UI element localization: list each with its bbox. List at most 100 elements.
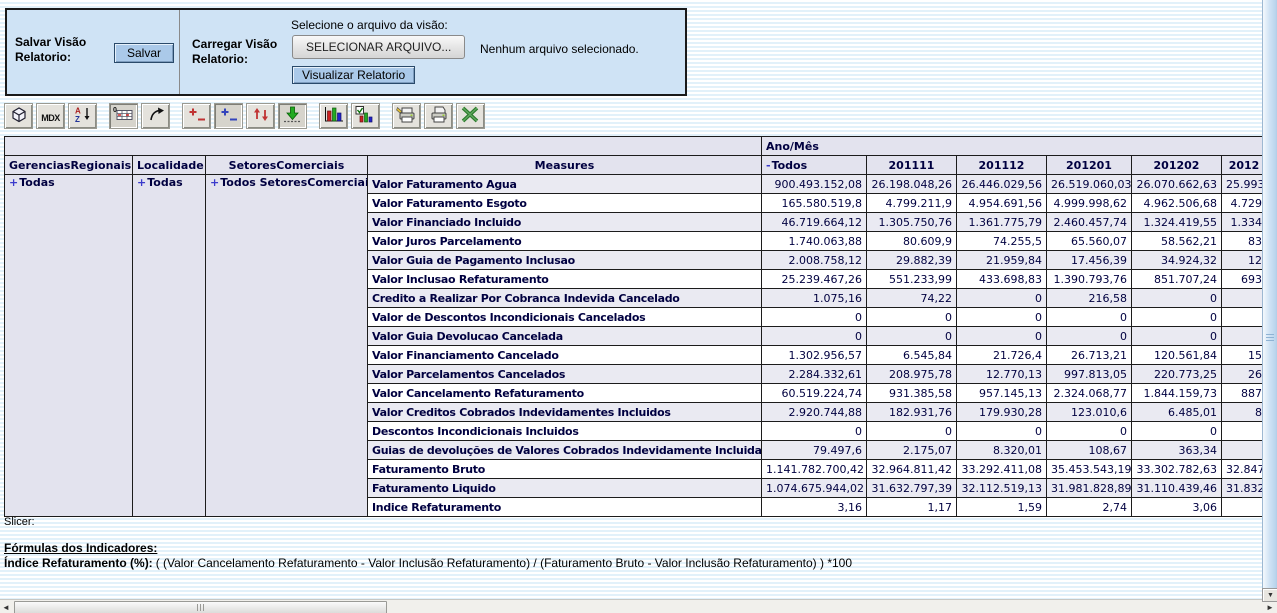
sort-button[interactable]: AZ: [68, 103, 97, 129]
value-cell: 74.255,5: [957, 232, 1047, 251]
value-cell: 25.993: [1222, 175, 1267, 194]
value-cell: 0: [1047, 308, 1132, 327]
show-empty-cells-button[interactable]: 0: [109, 103, 138, 129]
value-cell: 1.302.956,57: [762, 346, 867, 365]
vertical-scrollbar-grip[interactable]: [1266, 334, 1274, 342]
chart-button[interactable]: [319, 103, 348, 129]
column-member[interactable]: 201112: [957, 156, 1047, 175]
pivot-toolbar: MDX AZ 0: [4, 103, 488, 130]
value-cell: 1,17: [867, 498, 957, 517]
row-member[interactable]: +Todas: [133, 175, 206, 517]
chart-config-icon: [354, 105, 377, 127]
load-view-label: Carregar Visão Relatorio:: [192, 37, 292, 67]
printer-icon: [427, 105, 450, 127]
value-cell: 17.456,39: [1047, 251, 1132, 270]
measure-label: Valor de Descontos Incondicionais Cancel…: [368, 308, 762, 327]
value-cell: 31.110.439,46: [1132, 479, 1222, 498]
print-button[interactable]: [424, 103, 453, 129]
value-cell: 0: [957, 308, 1047, 327]
drill-member-button[interactable]: [182, 103, 211, 129]
expand-icon[interactable]: +: [137, 176, 146, 189]
column-member[interactable]: 2012: [1222, 156, 1267, 175]
value-cell: 74,22: [867, 289, 957, 308]
value-cell: 4.729: [1222, 194, 1267, 213]
column-member[interactable]: 201111: [867, 156, 957, 175]
value-cell: 220.773,25: [1132, 365, 1222, 384]
formula-name: Índice Refaturamento (%):: [4, 556, 153, 570]
measure-label: Valor Faturamento Agua: [368, 175, 762, 194]
value-cell: 2.460.457,74: [1047, 213, 1132, 232]
drill-position-button[interactable]: [214, 103, 243, 129]
value-cell: 0: [1132, 422, 1222, 441]
measure-label: Valor Financiado Incluido: [368, 213, 762, 232]
value-cell: 65.560,07: [1047, 232, 1132, 251]
row-axis-header: Measures: [368, 156, 762, 175]
chart-config-button[interactable]: [351, 103, 380, 129]
measure-label: Valor Parcelamentos Cancelados: [368, 365, 762, 384]
value-cell: 3,06: [1132, 498, 1222, 517]
value-cell: 4.799.211,9: [867, 194, 957, 213]
value-cell: 179.930,28: [957, 403, 1047, 422]
value-cell: 0: [1132, 308, 1222, 327]
value-cell: 1.305.750,76: [867, 213, 957, 232]
drill-through-button[interactable]: [278, 103, 307, 129]
measure-label: Guias de devoluções de Valores Cobrados …: [368, 441, 762, 460]
value-cell: 46.719.664,12: [762, 213, 867, 232]
value-cell: 21.959,84: [957, 251, 1047, 270]
bar-chart-icon: [322, 105, 345, 127]
measure-label: Credito a Realizar Por Cobranca Indevida…: [368, 289, 762, 308]
value-cell: 120.561,84: [1132, 346, 1222, 365]
column-member[interactable]: 201202: [1132, 156, 1222, 175]
value-cell: 33.292.411,08: [957, 460, 1047, 479]
row-member[interactable]: +Todas: [5, 175, 133, 517]
excel-icon: [459, 105, 482, 127]
row-member[interactable]: +Todos SetoresComerciais: [206, 175, 368, 517]
value-cell: 0: [1047, 422, 1132, 441]
file-prompt-label: Selecione o arquivo da visão:: [291, 18, 448, 32]
value-cell: 80.609,9: [867, 232, 957, 251]
collapse-icon[interactable]: -: [766, 159, 771, 172]
value-cell: 32.847: [1222, 460, 1267, 479]
formulas-title: Fórmulas dos Indicadores:: [4, 541, 157, 555]
svg-text:0: 0: [113, 107, 117, 114]
value-cell: 8: [1222, 403, 1267, 422]
value-cell: 1.324.419,55: [1132, 213, 1222, 232]
expand-icon[interactable]: +: [210, 176, 219, 189]
value-cell: 108,67: [1047, 441, 1132, 460]
formula-line: Índice Refaturamento (%):( (Valor Cancel…: [4, 556, 852, 570]
mdx-icon: MDX: [41, 109, 60, 124]
horizontal-scrollbar-thumb[interactable]: [14, 601, 387, 613]
expand-icon[interactable]: +: [9, 176, 18, 189]
scroll-left-button[interactable]: ◄: [0, 600, 12, 613]
drill-replace-button[interactable]: [246, 103, 275, 129]
print-config-button[interactable]: [392, 103, 421, 129]
formula-body: ( (Valor Cancelamento Refaturamento - Va…: [156, 556, 852, 570]
value-cell: [1222, 422, 1267, 441]
value-cell: 12.770,13: [957, 365, 1047, 384]
svg-text:Z: Z: [75, 115, 80, 124]
value-cell: 1.844.159,73: [1132, 384, 1222, 403]
view-report-button[interactable]: Visualizar Relatorio: [292, 66, 415, 84]
save-button[interactable]: Salvar: [114, 43, 174, 63]
scroll-down-button[interactable]: ▼: [1262, 588, 1277, 602]
column-member[interactable]: -Todos: [762, 156, 867, 175]
excel-export-button[interactable]: [456, 103, 485, 129]
column-member[interactable]: 201201: [1047, 156, 1132, 175]
measure-label: Faturamento Liquido: [368, 479, 762, 498]
mdx-editor-button[interactable]: MDX: [36, 103, 65, 129]
zero-grid-icon: 0: [112, 105, 135, 127]
olap-navigator-button[interactable]: [4, 103, 33, 129]
value-cell: 34.924,32: [1132, 251, 1222, 270]
swap-axes-button[interactable]: [141, 103, 170, 129]
value-cell: 2.008.758,12: [762, 251, 867, 270]
table-row: +Todas+Todas+Todos SetoresComerciaisValo…: [5, 175, 1267, 194]
measure-label: Valor Juros Parcelamento: [368, 232, 762, 251]
value-cell: [1222, 498, 1267, 517]
horizontal-scrollbar[interactable]: ◄ ►: [0, 599, 1277, 613]
value-cell: [1222, 327, 1267, 346]
vertical-scrollbar[interactable]: [1262, 0, 1277, 588]
value-cell: 6.485,01: [1132, 403, 1222, 422]
value-cell: 26.198.048,26: [867, 175, 957, 194]
value-cell: 1.141.782.700,42: [762, 460, 867, 479]
select-file-button[interactable]: SELECIONAR ARQUIVO...: [292, 35, 465, 59]
